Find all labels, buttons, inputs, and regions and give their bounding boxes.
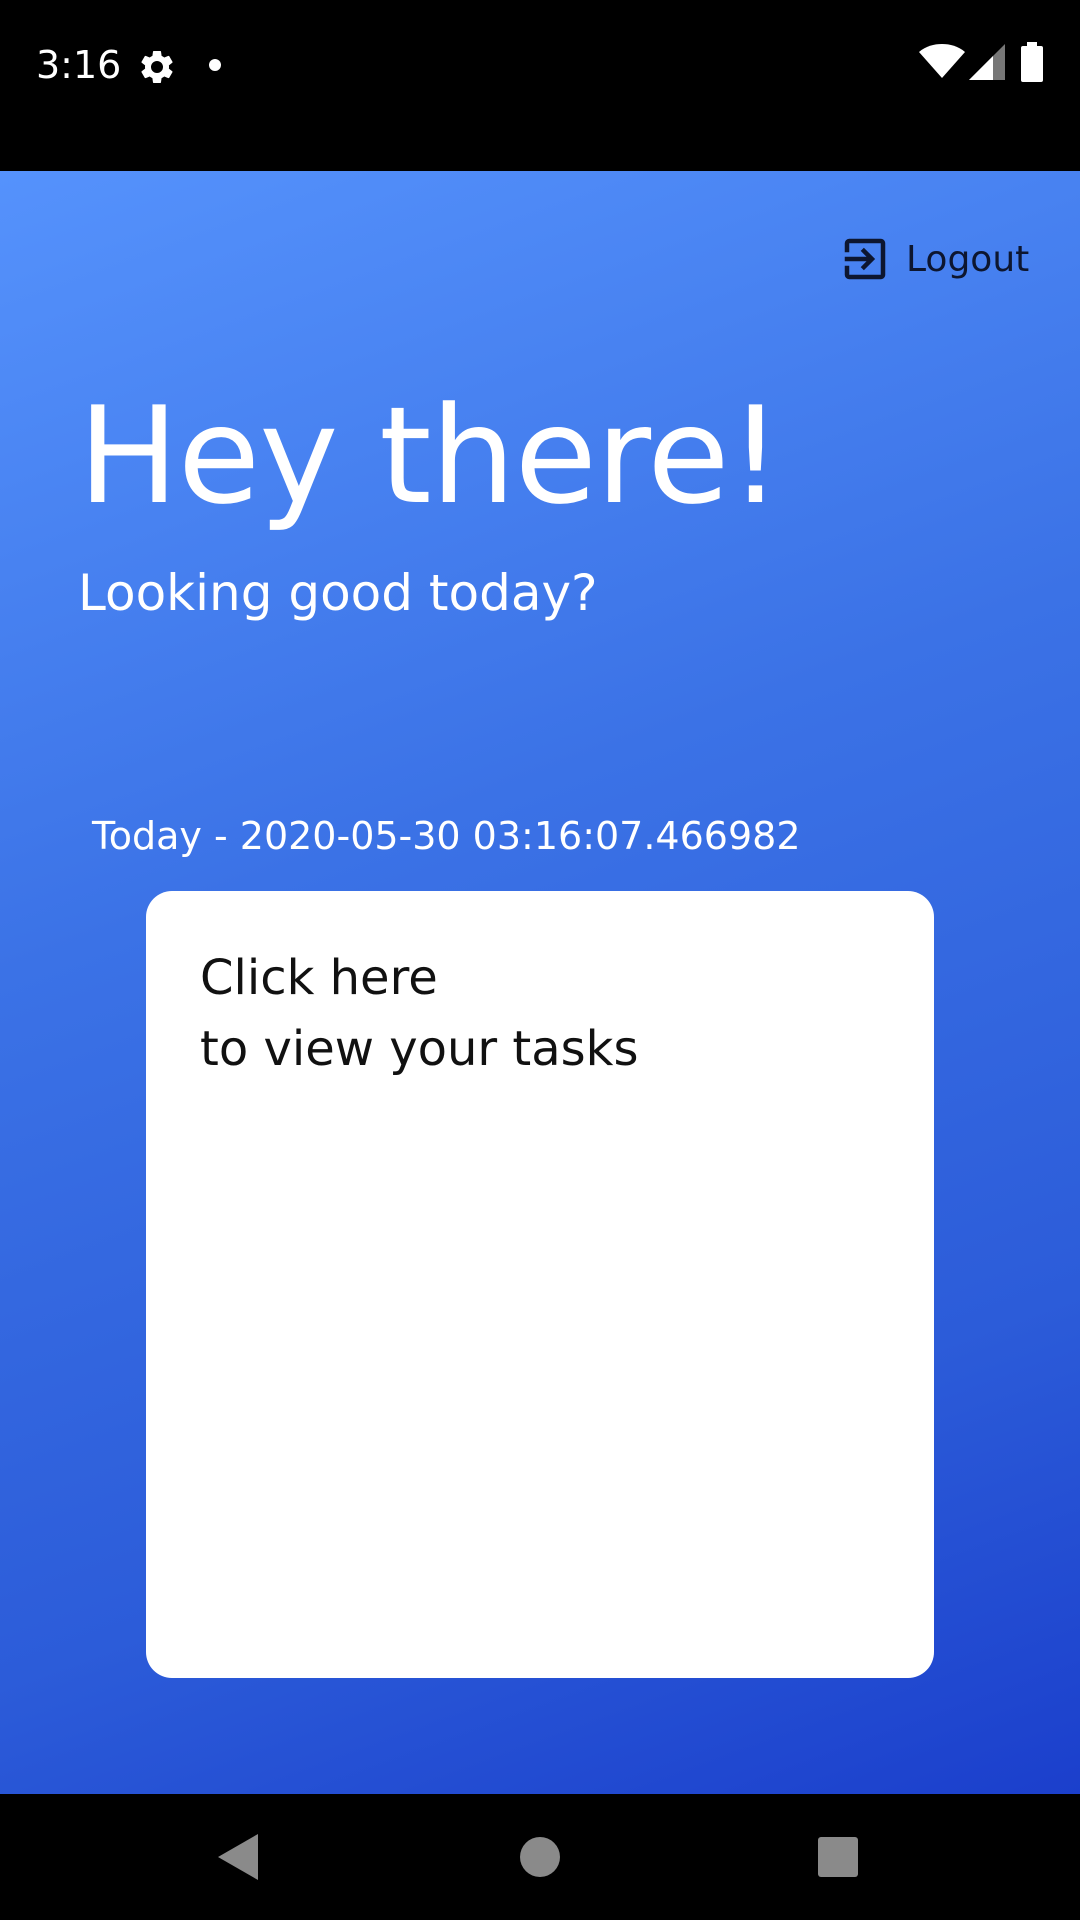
logout-button[interactable]: Logout xyxy=(838,229,1029,289)
recents-icon[interactable] xyxy=(805,1824,871,1890)
card-text-line-2: to view your tasks xyxy=(200,1021,639,1077)
cell-signal-icon xyxy=(969,44,1005,80)
view-tasks-card[interactable]: Click here to view your tasks xyxy=(146,891,934,1678)
home-view: Logout Hey there! Looking good today? To… xyxy=(0,171,1080,1794)
greeting-title: Hey there! xyxy=(78,378,782,534)
battery-icon xyxy=(1021,42,1043,82)
status-time: 3:16 xyxy=(36,43,122,87)
today-timestamp: Today - 2020-05-30 03:16:07.466982 xyxy=(92,814,801,858)
status-bar: 3:16 xyxy=(0,0,1080,171)
logout-label: Logout xyxy=(906,238,1030,280)
greeting-subtitle: Looking good today? xyxy=(78,564,598,622)
back-icon[interactable] xyxy=(206,1824,272,1890)
wifi-icon xyxy=(919,44,965,78)
gear-icon xyxy=(141,50,173,83)
card-text-line-1: Click here xyxy=(200,950,438,1006)
notification-dot-icon xyxy=(209,59,221,71)
navigation-bar xyxy=(0,1794,1080,1920)
logout-icon xyxy=(844,238,886,280)
home-icon[interactable] xyxy=(507,1824,573,1890)
app-screen: 3:16 Logout Hey there! Looking good toda… xyxy=(0,0,1080,1920)
